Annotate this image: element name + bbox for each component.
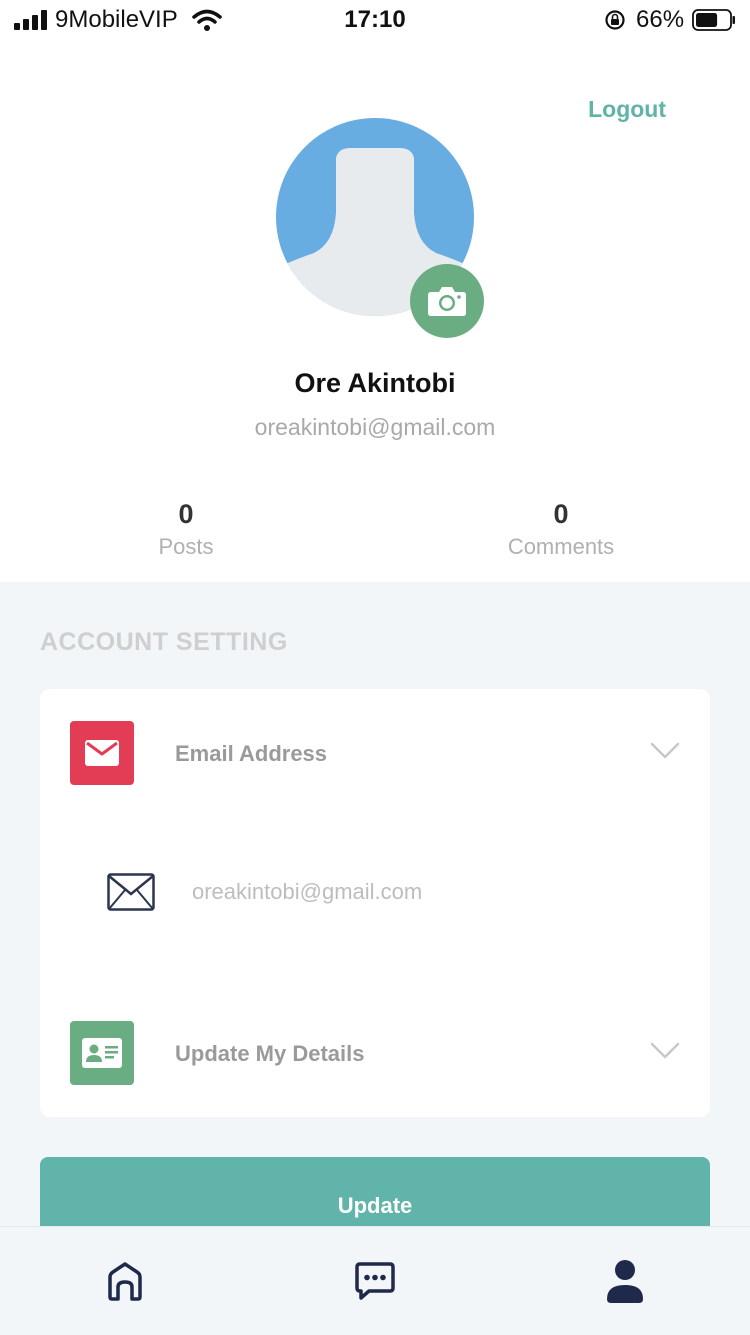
section-title: ACCOUNT SETTING (40, 628, 288, 656)
details-row-icon-box[interactable] (70, 1021, 134, 1085)
tab-bar (0, 1226, 750, 1335)
email-row-icon-box[interactable] (70, 721, 134, 785)
chevron-down-icon[interactable] (650, 742, 680, 760)
posts-stat[interactable]: 0 Posts (76, 498, 296, 560)
tab-home[interactable] (65, 1227, 185, 1335)
update-button-label: Update (337, 1193, 413, 1218)
comments-stat[interactable]: 0 Comments (451, 498, 671, 560)
posts-count: 0 (178, 499, 194, 529)
orientation-lock-icon (605, 10, 625, 30)
posts-label: Posts (158, 534, 214, 559)
comments-count: 0 (553, 499, 569, 529)
chat-icon (355, 1262, 395, 1300)
camera-icon (428, 287, 466, 316)
comments-label: Comments (507, 534, 615, 559)
tab-messages[interactable] (315, 1227, 435, 1335)
tab-profile[interactable] (565, 1227, 685, 1335)
mail-icon (85, 740, 119, 766)
id-card-icon (82, 1038, 122, 1068)
account-settings-card: Email Address oreakintobi@gmail.com Upda… (40, 689, 710, 1117)
change-photo-button[interactable] (410, 264, 484, 338)
email-value: oreakintobi@gmail.com (192, 879, 423, 904)
chevron-down-icon[interactable] (650, 1042, 680, 1060)
logout-button[interactable]: Logout (560, 96, 666, 123)
battery-icon (692, 9, 735, 31)
envelope-icon (107, 873, 155, 911)
email-address-row[interactable]: Email Address (175, 741, 327, 767)
profile-email: oreakintobi@gmail.com (254, 414, 496, 440)
status-bar: 9MobileVIP 17:10 66% (0, 0, 750, 40)
update-details-row[interactable]: Update My Details (175, 1041, 365, 1067)
profile-icon (607, 1260, 643, 1303)
profile-name: Ore Akintobi (294, 368, 456, 398)
battery-percent: 66% (636, 6, 685, 33)
home-icon (108, 1262, 142, 1301)
